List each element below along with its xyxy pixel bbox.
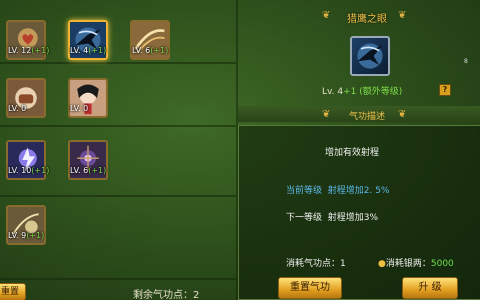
- skill-slot-6[interactable]: LV. 10(+1): [6, 140, 50, 200]
- coin-icon: ●: [378, 259, 386, 269]
- skill-slot-7[interactable]: LV. 6(+1): [68, 140, 108, 200]
- skill-slot-1[interactable]: LV. 12(+1): [6, 20, 50, 80]
- reset-points-button[interactable]: 重置: [0, 283, 26, 300]
- upgrade-button[interactable]: 升 级: [402, 277, 458, 299]
- ornament-icon: ❦: [398, 10, 407, 21]
- skill-level: LV. 0: [8, 104, 27, 113]
- skill-level: LV. 6(+1): [70, 166, 107, 175]
- grid-line: [0, 278, 236, 280]
- skill-title: 猎鹰之眼: [347, 14, 387, 25]
- skill-slot-2[interactable]: LV. 4(+1): [68, 20, 108, 80]
- skill-level: LV. 9(+1): [8, 231, 45, 240]
- help-icon[interactable]: ?: [439, 84, 451, 96]
- cost-silver: ●消耗银两：5000: [378, 259, 454, 269]
- skill-effect: 增加有效射程: [325, 148, 380, 158]
- current-level-text: 当前等级 射程增加2. 5%: [286, 186, 390, 196]
- next-level-text: 下一等级 射程增加3%: [286, 213, 379, 223]
- skill-slot-3[interactable]: LV. 6(+1): [130, 20, 170, 80]
- skill-slot-8[interactable]: LV. 9(+1): [6, 205, 46, 265]
- skill-slot-4[interactable]: LV. 0: [6, 78, 46, 138]
- skill-level: LV. 0: [70, 104, 89, 113]
- section-title: 气功描述: [349, 112, 386, 122]
- ornament-icon: ❦: [398, 109, 407, 120]
- skill-level: LV. 6(+1): [132, 46, 169, 55]
- ornament-icon: ❦: [322, 109, 331, 120]
- ornament-icon: ❦: [322, 10, 331, 21]
- cost-points: 消耗气功点：1: [286, 259, 346, 269]
- reset-skill-button[interactable]: 重置气功: [278, 277, 342, 299]
- skill-level: LV. 12(+1): [8, 46, 50, 55]
- skill-slot-5[interactable]: LV. 0: [68, 78, 108, 138]
- skill-level: LV. 10(+1): [8, 166, 50, 175]
- skill-level-detail: Lv. 4+1 (额外等级): [322, 87, 403, 97]
- small-marker: 8: [464, 58, 468, 65]
- falcon-eye-icon: [350, 36, 390, 76]
- remaining-points: 剩余气功点：2: [133, 290, 200, 300]
- skill-level: LV. 4(+1): [70, 46, 107, 55]
